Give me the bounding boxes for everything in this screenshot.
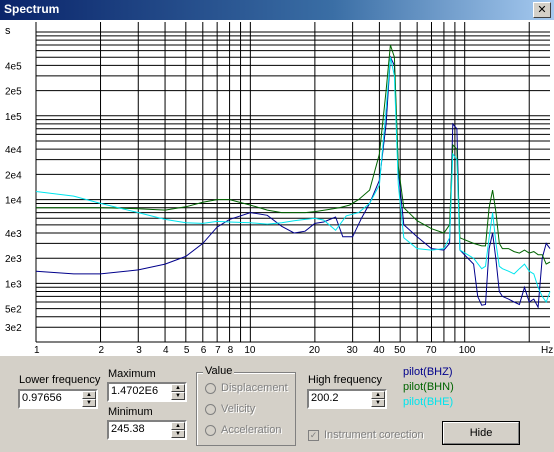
controls-panel: Lower frequency ▲ ▼ Maximum ▲ ▼ Minimum … — [0, 356, 554, 452]
y-tick-label: 1e4 — [5, 196, 22, 207]
radio-velicity[interactable] — [205, 404, 216, 415]
instrument-correction-label: Instrument corection — [324, 429, 424, 441]
lower-frequency-label: Lower frequency — [19, 374, 101, 386]
maximum-spinner[interactable]: ▲ ▼ — [171, 384, 185, 400]
y-tick-label: 3e2 — [5, 323, 22, 334]
x-tick-label: 1 — [34, 345, 40, 356]
instrument-correction-checkbox[interactable]: ✓ — [308, 430, 319, 441]
y-tick-label: 4e5 — [5, 61, 22, 72]
high-frequency-label: High frequency — [308, 374, 382, 386]
x-tick-label: 5 — [184, 345, 190, 356]
spinner-up-icon[interactable]: ▲ — [371, 391, 385, 399]
y-tick-label: 1e5 — [5, 112, 22, 123]
spinner-up-icon[interactable]: ▲ — [171, 384, 185, 392]
series-line-2 — [36, 44, 551, 265]
y-tick-label: 4e3 — [5, 229, 22, 240]
spectrum-chart: s 4e5 2e5 1e5 4e4 2e4 1e4 4e3 2e3 1e3 5e2 3e2 1 2 3 4 5 6… — [0, 20, 554, 356]
x-tick-label: 3 — [136, 345, 142, 356]
series-line-3 — [35, 57, 551, 304]
y-tick-label: 5e2 — [5, 305, 22, 316]
hide-button[interactable]: Hide — [442, 421, 520, 445]
y-axis-label: s — [5, 25, 11, 37]
series-line-1 — [35, 55, 551, 309]
x-tick-label: 10 — [244, 345, 256, 356]
x-tick-label: 50 — [394, 345, 406, 356]
x-tick-label: 30 — [347, 345, 359, 356]
window-title: Spectrum — [4, 2, 60, 16]
x-tick-label: 70 — [425, 345, 437, 356]
minimum-label: Minimum — [108, 406, 153, 418]
radio-displacement[interactable] — [205, 383, 216, 394]
x-axis-label: Hz — [541, 345, 553, 356]
maximum-input[interactable] — [111, 385, 169, 397]
y-tick-label: 2e5 — [5, 87, 22, 98]
x-tick-label: 20 — [309, 345, 321, 356]
y-tick-label: 4e4 — [5, 145, 22, 156]
high-frequency-field[interactable]: ▲ ▼ — [307, 389, 387, 409]
high-frequency-input[interactable] — [311, 392, 369, 404]
radio-acceleration-label: Acceleration — [221, 424, 282, 436]
spinner-up-icon[interactable]: ▲ — [82, 391, 96, 399]
value-group-label: Value — [203, 365, 235, 377]
legend-bhe: pilot(BHE) — [403, 396, 454, 408]
x-tick-label: 40 — [373, 345, 385, 356]
x-tick-label: 8 — [228, 345, 234, 356]
minimum-spinner[interactable]: ▲ ▼ — [171, 422, 185, 438]
hide-button-label: Hide — [469, 427, 493, 439]
legend-bhz: pilot(BHZ) — [403, 366, 453, 378]
y-tick-label: 2e3 — [5, 254, 22, 265]
radio-acceleration[interactable] — [205, 425, 216, 436]
spinner-down-icon[interactable]: ▼ — [371, 399, 385, 407]
maximum-field[interactable]: ▲ ▼ — [107, 382, 187, 402]
spinner-down-icon[interactable]: ▼ — [82, 399, 96, 407]
high-frequency-spinner[interactable]: ▲ ▼ — [371, 391, 385, 407]
lower-frequency-field[interactable]: ▲ ▼ — [18, 389, 98, 409]
legend-bhn: pilot(BHN) — [403, 381, 454, 393]
chart-svg: s 4e5 2e5 1e5 4e4 2e4 1e4 4e3 2e3 1e3 5e2 3e2 1 2 3 4 5 6… — [5, 22, 553, 356]
maximum-label: Maximum — [108, 368, 156, 380]
x-tick-label: 4 — [163, 345, 169, 356]
lower-frequency-input[interactable] — [22, 392, 80, 404]
y-tick-label: 1e3 — [5, 279, 22, 290]
title-bar: Spectrum ✕ — [0, 0, 554, 20]
spinner-down-icon[interactable]: ▼ — [171, 430, 185, 438]
spinner-down-icon[interactable]: ▼ — [171, 392, 185, 400]
spinner-up-icon[interactable]: ▲ — [171, 422, 185, 430]
close-button[interactable]: ✕ — [533, 2, 551, 18]
radio-velicity-label: Velicity — [221, 403, 256, 415]
minimum-field[interactable]: ▲ ▼ — [107, 420, 187, 440]
minimum-input[interactable] — [111, 423, 169, 435]
x-tick-label: 100 — [459, 345, 476, 356]
value-group: Value Displacement Velicity Acceleration — [196, 365, 296, 446]
x-tick-label: 2 — [99, 345, 105, 356]
x-tick-label: 6 — [201, 345, 207, 356]
radio-displacement-label: Displacement — [221, 382, 288, 394]
lower-frequency-spinner[interactable]: ▲ ▼ — [82, 391, 96, 407]
y-tick-label: 2e4 — [5, 170, 22, 181]
x-tick-label: 7 — [215, 345, 221, 356]
